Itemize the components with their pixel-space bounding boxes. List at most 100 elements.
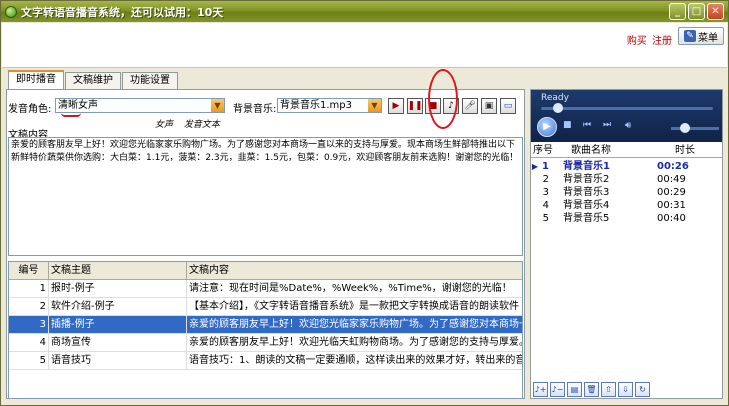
tab-script-maintenance[interactable]: 文稿维护 bbox=[65, 72, 121, 89]
script-table: 编号 文稿主题 文稿内容 1 报时-例子 请注意：现在时间是%Date%，%We… bbox=[8, 261, 523, 399]
cell-no: 1 bbox=[9, 280, 49, 297]
playlist-name: 背景音乐2 bbox=[563, 174, 610, 185]
playlist-name: 背景音乐3 bbox=[563, 187, 610, 198]
header-no[interactable]: 编号 bbox=[9, 262, 49, 279]
playlist-no: 3 bbox=[542, 187, 549, 198]
menu-icon: ✎ bbox=[684, 30, 696, 42]
header-band bbox=[2, 23, 727, 68]
menu-label: 菜单 bbox=[698, 32, 718, 44]
voice-role-value: 清晰女声 bbox=[58, 100, 98, 111]
buy-register-links: 购买 注册 bbox=[625, 32, 672, 47]
tab-bar: 即时播音 文稿维护 功能设置 bbox=[8, 70, 179, 89]
buy-link[interactable]: 购买 bbox=[627, 36, 647, 47]
volume-icon[interactable]: 🔊︎ bbox=[625, 120, 631, 131]
table-row[interactable]: 2 软件介绍-例子 【基本介绍】，《文字转语音播音系统》是一款把文字转换成语音的… bbox=[9, 298, 522, 316]
cell-body: 亲爱的顾客朋友早上好！欢迎您光临家家乐购物广场。为了感谢您对本商场一直 bbox=[187, 316, 522, 333]
screen-icon[interactable]: ▭ bbox=[500, 98, 516, 114]
playlist-header-no: 序号 bbox=[533, 145, 553, 156]
remove-music-icon[interactable]: ♪− bbox=[550, 382, 565, 397]
play-icon[interactable]: ▶ bbox=[537, 117, 557, 137]
maximize-button[interactable]: □ bbox=[688, 3, 705, 20]
red-highlight-oval bbox=[428, 69, 458, 129]
next-icon[interactable]: ⏭︎ bbox=[603, 120, 611, 130]
playlist-name: 背景音乐5 bbox=[563, 213, 610, 224]
playlist-item[interactable]: 4 背景音乐4 00:31 bbox=[531, 199, 722, 212]
playlist-header-name: 歌曲名称 bbox=[571, 145, 611, 156]
seek-handle[interactable] bbox=[553, 103, 564, 113]
hint-text: 女声 发音文本 bbox=[155, 117, 228, 130]
volume-slider[interactable] bbox=[671, 127, 719, 130]
microphone-icon[interactable]: 🎤︎ bbox=[462, 98, 478, 114]
cell-topic: 软件介绍-例子 bbox=[49, 298, 187, 315]
play-icon[interactable]: ▶ bbox=[388, 98, 404, 114]
playlist-no: 4 bbox=[542, 200, 549, 211]
close-button[interactable]: ✕ bbox=[707, 3, 724, 20]
cell-topic: 插播-例子 bbox=[49, 316, 187, 333]
hint-voice: 女声 bbox=[155, 120, 174, 130]
background-music-value: 背景音乐1.mp3 bbox=[280, 100, 352, 111]
table-header: 编号 文稿主题 文稿内容 bbox=[9, 262, 522, 280]
tab-settings[interactable]: 功能设置 bbox=[122, 72, 178, 89]
pause-icon[interactable]: ❚❚ bbox=[407, 98, 423, 114]
cell-body: 【基本介绍】，《文字转语音播音系统》是一款把文字转换成语音的朗读软件 bbox=[187, 298, 522, 315]
bgm-label: 背景音乐: bbox=[233, 104, 277, 115]
playlist-item[interactable]: 3 背景音乐3 00:29 bbox=[531, 186, 722, 199]
cell-body: 请注意：现在时间是%Date%，%Week%，%Time%，谢谢您的光临！ bbox=[187, 280, 522, 297]
cell-topic: 语音技巧 bbox=[49, 352, 187, 369]
loop-icon[interactable]: ↻ bbox=[635, 382, 650, 397]
hint-text-label: 发音文本 bbox=[183, 120, 220, 130]
now-playing-icon: ▶ bbox=[531, 162, 539, 171]
playlist-header-duration: 时长 bbox=[675, 145, 695, 156]
voice-role-select[interactable]: 清晰女声 ▼ bbox=[55, 98, 225, 113]
seek-bar[interactable] bbox=[541, 107, 713, 110]
chevron-down-icon[interactable]: ▼ bbox=[211, 99, 224, 112]
previous-icon[interactable]: ⏮︎ bbox=[583, 120, 591, 130]
red-underline-mark bbox=[61, 113, 81, 117]
playlist-no: 2 bbox=[542, 174, 549, 185]
playlist-duration: 00:26 bbox=[657, 161, 689, 172]
trash-icon[interactable]: 🗑︎ bbox=[584, 382, 599, 397]
playlist-item-current[interactable]: ▶ 1 背景音乐1 00:26 bbox=[531, 160, 722, 173]
playlist-item[interactable]: 2 背景音乐2 00:49 bbox=[531, 173, 722, 186]
header-body[interactable]: 文稿内容 bbox=[187, 262, 522, 279]
save-icon[interactable]: ▣ bbox=[481, 98, 497, 114]
menu-button[interactable]: ✎ 菜单 bbox=[678, 27, 724, 45]
playlist-name: 背景音乐4 bbox=[563, 200, 610, 211]
table-row[interactable]: 4 商场宣传 亲爱的顾客朋友早上好！欢迎光临天虹购物商场。为了感谢您的支持与厚爱… bbox=[9, 334, 522, 352]
register-link[interactable]: 注册 bbox=[652, 36, 672, 47]
cell-no: 3 bbox=[9, 316, 49, 333]
playlist-name: 背景音乐1 bbox=[563, 161, 610, 172]
playlist-duration: 00:40 bbox=[657, 213, 686, 224]
folder-icon[interactable]: ▤ bbox=[567, 382, 582, 397]
move-up-icon[interactable]: ⇧ bbox=[601, 382, 616, 397]
add-music-icon[interactable]: ♪+ bbox=[533, 382, 548, 397]
tab-live-broadcast[interactable]: 即时播音 bbox=[8, 70, 64, 89]
table-row[interactable]: 5 语音技巧 语音技巧：1、朗读的文稿一定要通顺，这样读出来的效果才好，转出来的… bbox=[9, 352, 522, 370]
music-panel: Ready ▶ ■ ⏮︎ ⏭︎ 🔊︎ 序号 歌曲名称 时长 ▶ 1 背景音乐1 … bbox=[530, 89, 723, 399]
background-music-select[interactable]: 背景音乐1.mp3 ▼ bbox=[277, 98, 382, 113]
chevron-down-icon[interactable]: ▼ bbox=[368, 99, 381, 112]
volume-handle[interactable] bbox=[680, 123, 691, 133]
app-window: 文字转语音播音系统，还可以试用：10天 _ □ ✕ 购买 注册 ✎ 菜单 即时播… bbox=[0, 0, 729, 406]
cell-topic: 报时-例子 bbox=[49, 280, 187, 297]
media-player: Ready ▶ ■ ⏮︎ ⏭︎ 🔊︎ bbox=[531, 90, 722, 142]
stop-icon[interactable]: ■ bbox=[563, 120, 572, 130]
cell-no: 4 bbox=[9, 334, 49, 351]
playlist-toolbar: ♪+ ♪− ▤ 🗑︎ ⇧ ⇩ ↻ bbox=[531, 382, 722, 399]
minimize-button[interactable]: _ bbox=[669, 3, 686, 20]
table-row-selected[interactable]: 3 插播-例子 亲爱的顾客朋友早上好！欢迎您光临家家乐购物广场。为了感谢您对本商… bbox=[9, 316, 522, 334]
role-label: 发音角色: bbox=[8, 104, 52, 115]
move-down-icon[interactable]: ⇩ bbox=[618, 382, 633, 397]
cell-no: 5 bbox=[9, 352, 49, 369]
playlist-duration: 00:29 bbox=[657, 187, 686, 198]
app-icon bbox=[5, 5, 17, 18]
playlist-duration: 00:49 bbox=[657, 174, 686, 185]
player-status: Ready bbox=[541, 93, 569, 103]
header-topic[interactable]: 文稿主题 bbox=[49, 262, 187, 279]
table-row[interactable]: 1 报时-例子 请注意：现在时间是%Date%，%Week%，%Time%，谢谢… bbox=[9, 280, 522, 298]
cell-body: 语音技巧：1、朗读的文稿一定要通顺，这样读出来的效果才好，转出来的音频 bbox=[187, 352, 522, 369]
window-title: 文字转语音播音系统，还可以试用：10天 bbox=[21, 5, 224, 19]
playlist-item[interactable]: 5 背景音乐5 00:40 bbox=[531, 212, 722, 225]
content-textarea[interactable]: 亲爱的顾客朋友早上好！欢迎您光临家家乐购物广场。为了感谢您对本商场一直以来的支持… bbox=[8, 137, 523, 256]
title-bar[interactable]: 文字转语音播音系统，还可以试用：10天 _ □ ✕ bbox=[1, 1, 728, 22]
